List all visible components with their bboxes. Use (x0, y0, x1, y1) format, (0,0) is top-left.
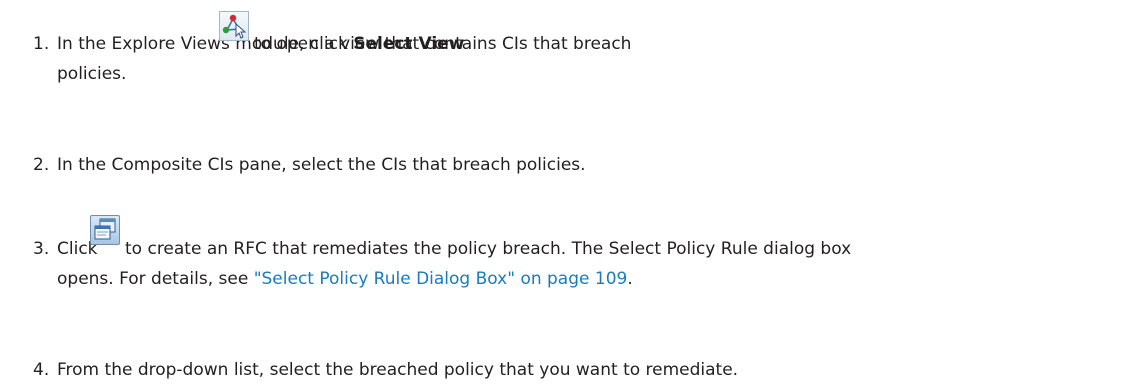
step-text-part: . (627, 269, 633, 289)
select-view-icon (219, 11, 249, 41)
step-text: In the Composite CIs pane, select the CI… (57, 155, 586, 175)
step-text-continued: to create an RFC that remediates the pol… (125, 239, 852, 259)
step-number: 4. (33, 360, 50, 380)
step-number: 3. (33, 239, 50, 259)
select-policy-rule-link[interactable]: "Select Policy Rule Dialog Box" on page … (254, 269, 628, 289)
procedure-steps: 1. In the Explore Views module, click Se… (0, 0, 1135, 390)
step-text-line2: opens. For details, see "Select Policy R… (57, 268, 633, 290)
step-text-continued: to open a view that contains CIs that br… (254, 34, 632, 54)
step-text-part: opens. For details, see (57, 269, 254, 289)
step-number: 1. (33, 34, 50, 54)
create-rfc-icon (90, 215, 120, 245)
step-text: From the drop-down list, select the brea… (57, 360, 739, 380)
step-number: 2. (33, 155, 50, 175)
step-text-line2: policies. (57, 64, 127, 84)
